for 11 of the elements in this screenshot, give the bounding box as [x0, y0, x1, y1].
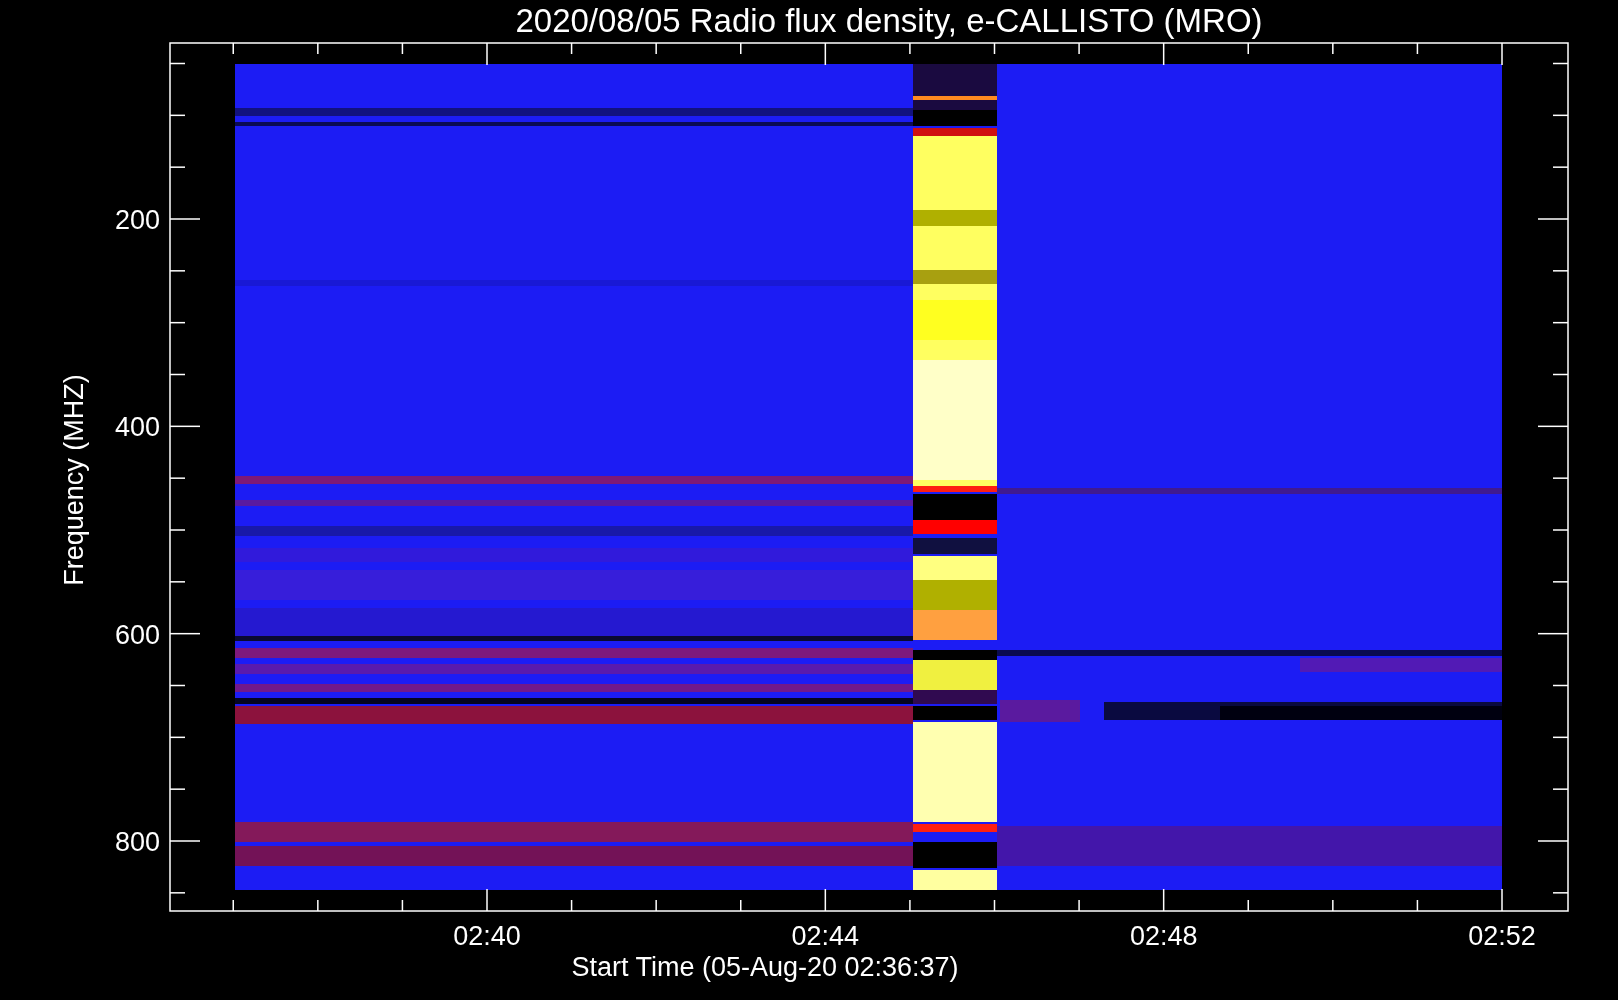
y-tick-label: 800	[114, 827, 160, 857]
y-tick-label: 600	[114, 619, 160, 650]
y-tick-label: 400	[114, 412, 160, 443]
x-tick-label: 02:52	[1468, 921, 1536, 951]
x-tick-label: 02:44	[791, 921, 860, 951]
x-axis-title: Start Time (05-Aug-20 02:36:37)	[571, 952, 959, 982]
y-axis-title: Frequency (MHZ)	[59, 374, 89, 586]
x-tick-label: 02:40	[453, 921, 521, 951]
chart-title: 2020/08/05 Radio flux density, e-CALLISTO (MRO)	[515, 2, 1263, 39]
x-tick-label: 02:48	[1129, 921, 1198, 951]
y-tick-label: 200	[114, 205, 160, 235]
